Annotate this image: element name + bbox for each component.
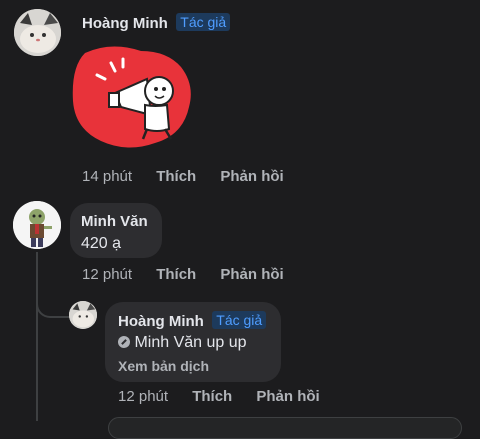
zombie-avatar-icon xyxy=(13,201,61,249)
timestamp: 14 phút xyxy=(82,168,133,185)
cat-avatar-icon xyxy=(14,9,61,56)
like-button[interactable]: Thích xyxy=(156,168,196,185)
mention-link[interactable]: Minh Văn xyxy=(134,334,202,351)
reply-button[interactable]: Phản hồi xyxy=(256,388,319,405)
like-button[interactable]: Thích xyxy=(192,388,232,405)
reply-button[interactable]: Phản hồi xyxy=(220,266,283,283)
author-name[interactable]: Hoàng Minh xyxy=(118,313,204,330)
author-name[interactable]: Hoàng Minh xyxy=(82,15,168,32)
timestamp: 12 phút xyxy=(82,266,133,283)
comment-actions: 12 phút Thích Phản hồi xyxy=(118,388,320,405)
author-badge: Tác giả xyxy=(176,13,231,31)
avatar[interactable] xyxy=(69,301,97,329)
like-button[interactable]: Thích xyxy=(156,266,196,283)
comment-actions: 14 phút Thích Phản hồi xyxy=(82,168,284,185)
comment-text: up up xyxy=(206,334,247,351)
comment-actions: 12 phút Thích Phản hồi xyxy=(82,266,284,283)
see-translation-link[interactable]: Xem bản dịch xyxy=(118,358,209,374)
author-name[interactable]: Minh Văn xyxy=(81,213,148,230)
avatar[interactable] xyxy=(14,9,61,56)
reply-input-partial[interactable] xyxy=(108,417,462,439)
comment-header: Hoàng Minh Tác giả xyxy=(82,13,231,33)
timestamp: 12 phút xyxy=(118,388,169,405)
cat-avatar-icon xyxy=(69,301,97,329)
reply-button[interactable]: Phản hồi xyxy=(220,168,283,185)
author-badge: Tác giả xyxy=(212,311,267,329)
comment-bubble: Minh Văn 420 ạ xyxy=(70,203,162,258)
megaphone-sticker-icon xyxy=(72,46,191,148)
comment-bubble: Hoàng Minh Tác giả Minh Văn up up Xem bả… xyxy=(105,302,281,382)
comment-text-row: Minh Văn up up xyxy=(118,334,247,352)
comment-text: 420 ạ xyxy=(81,235,122,252)
thread-line-branch xyxy=(36,290,70,318)
mention-icon xyxy=(118,336,130,348)
comment-header: Hoàng Minh Tác giả xyxy=(118,311,267,331)
thread-line-vertical xyxy=(36,252,38,421)
avatar[interactable] xyxy=(13,201,61,249)
sticker xyxy=(71,45,193,150)
